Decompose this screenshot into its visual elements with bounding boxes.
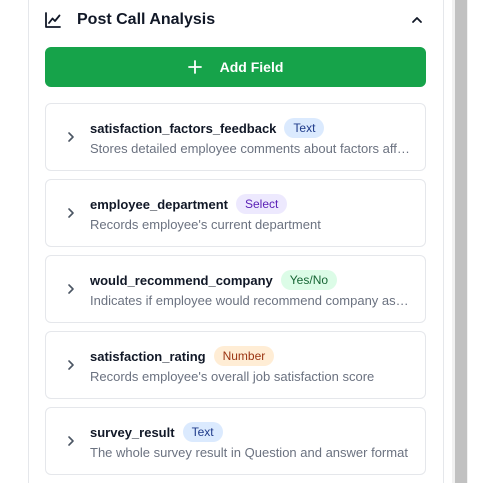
field-name: employee_department <box>90 196 228 212</box>
section-header: Post Call Analysis <box>44 0 428 40</box>
field-type-badge: Yes/No <box>280 270 338 290</box>
field-name-row: survey_result Text <box>90 420 223 444</box>
field-description: Records employee's current department <box>90 217 321 232</box>
field-name-row: employee_department Select <box>90 192 288 216</box>
field-description: The whole survey result in Question and … <box>90 445 408 460</box>
field-type-badge: Select <box>236 194 288 214</box>
plus-icon <box>187 60 202 74</box>
line-chart-icon <box>44 11 62 29</box>
add-field-button[interactable]: Add Field <box>45 47 426 87</box>
chevron-right-icon[interactable] <box>64 358 78 372</box>
field-card[interactable]: satisfaction_rating Number Records emplo… <box>45 331 426 399</box>
field-name: satisfaction_factors_feedback <box>90 120 277 136</box>
field-card[interactable]: survey_result Text The whole survey resu… <box>45 407 426 475</box>
field-name-row: satisfaction_rating Number <box>90 344 275 368</box>
add-field-label: Add Field <box>219 59 284 75</box>
chevron-right-icon[interactable] <box>64 282 78 296</box>
field-name: satisfaction_rating <box>90 348 206 364</box>
field-name: survey_result <box>90 424 175 440</box>
field-description: Indicates if employee would recommend co… <box>90 293 410 308</box>
field-description: Stores detailed employee comments about … <box>90 141 410 156</box>
field-card[interactable]: satisfaction_factors_feedback Text Store… <box>45 103 426 171</box>
field-list: satisfaction_factors_feedback Text Store… <box>45 103 426 483</box>
field-type-badge: Text <box>284 118 325 138</box>
field-description: Records employee's overall job satisfact… <box>90 369 375 384</box>
panel-left-border <box>28 0 29 483</box>
section-title: Post Call Analysis <box>77 11 216 28</box>
scrollbar-thumb[interactable] <box>455 0 467 483</box>
panel-right-border <box>443 0 444 483</box>
chevron-right-icon[interactable] <box>64 130 78 144</box>
field-type-badge: Text <box>182 422 223 442</box>
chevron-right-icon[interactable] <box>64 434 78 448</box>
collapse-button[interactable] <box>406 9 428 31</box>
chevron-up-icon <box>412 17 422 23</box>
field-name-row: would_recommend_company Yes/No <box>90 268 338 292</box>
field-card[interactable]: employee_department Select Records emplo… <box>45 179 426 247</box>
field-name: would_recommend_company <box>90 272 273 288</box>
field-type-badge: Number <box>213 346 275 366</box>
field-name-row: satisfaction_factors_feedback Text <box>90 116 325 140</box>
field-card[interactable]: would_recommend_company Yes/No Indicates… <box>45 255 426 323</box>
chevron-right-icon[interactable] <box>64 206 78 220</box>
